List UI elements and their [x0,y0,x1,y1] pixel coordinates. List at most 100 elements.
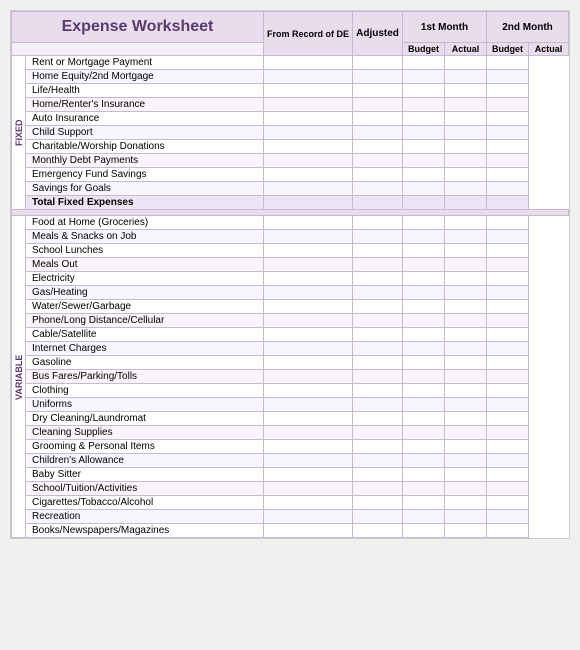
data-cell[interactable] [353,384,403,398]
data-cell[interactable] [353,342,403,356]
data-cell[interactable] [487,426,529,440]
data-cell[interactable] [403,342,445,356]
data-cell[interactable] [263,496,352,510]
data-cell[interactable] [487,412,529,426]
data-cell[interactable] [403,56,445,70]
data-cell[interactable] [403,286,445,300]
data-cell[interactable] [403,244,445,258]
data-cell[interactable] [487,258,529,272]
data-cell[interactable] [445,356,487,370]
data-cell[interactable] [263,384,352,398]
data-cell[interactable] [487,216,529,230]
data-cell[interactable] [487,454,529,468]
data-cell[interactable] [445,426,487,440]
data-cell[interactable] [353,56,403,70]
data-cell[interactable] [445,56,487,70]
data-cell[interactable] [353,328,403,342]
data-cell[interactable] [353,126,403,140]
data-cell[interactable] [445,342,487,356]
data-cell[interactable] [263,412,352,426]
data-cell[interactable] [445,272,487,286]
data-cell[interactable] [445,216,487,230]
data-cell[interactable] [445,384,487,398]
data-cell[interactable] [445,300,487,314]
data-cell[interactable] [353,440,403,454]
data-cell[interactable] [263,300,352,314]
data-cell[interactable] [403,524,445,538]
data-cell[interactable] [403,112,445,126]
data-cell[interactable] [353,112,403,126]
data-cell[interactable] [263,328,352,342]
data-cell[interactable] [487,370,529,384]
data-cell[interactable] [445,70,487,84]
data-cell[interactable] [403,70,445,84]
data-cell[interactable] [445,454,487,468]
data-cell[interactable] [487,286,529,300]
data-cell[interactable] [263,112,352,126]
data-cell[interactable] [353,196,403,210]
data-cell[interactable] [403,496,445,510]
data-cell[interactable] [487,70,529,84]
data-cell[interactable] [263,56,352,70]
data-cell[interactable] [487,496,529,510]
data-cell[interactable] [353,356,403,370]
data-cell[interactable] [445,84,487,98]
data-cell[interactable] [353,510,403,524]
data-cell[interactable] [353,412,403,426]
data-cell[interactable] [487,300,529,314]
data-cell[interactable] [403,272,445,286]
data-cell[interactable] [263,426,352,440]
data-cell[interactable] [403,384,445,398]
data-cell[interactable] [353,468,403,482]
data-cell[interactable] [445,286,487,300]
data-cell[interactable] [487,328,529,342]
data-cell[interactable] [263,140,352,154]
data-cell[interactable] [445,510,487,524]
data-cell[interactable] [263,168,352,182]
data-cell[interactable] [487,196,529,210]
data-cell[interactable] [353,168,403,182]
data-cell[interactable] [353,426,403,440]
data-cell[interactable] [487,126,529,140]
data-cell[interactable] [487,342,529,356]
data-cell[interactable] [445,196,487,210]
data-cell[interactable] [445,126,487,140]
data-cell[interactable] [353,244,403,258]
data-cell[interactable] [445,258,487,272]
data-cell[interactable] [263,196,352,210]
data-cell[interactable] [263,342,352,356]
data-cell[interactable] [263,370,352,384]
data-cell[interactable] [403,356,445,370]
data-cell[interactable] [263,182,352,196]
data-cell[interactable] [353,98,403,112]
data-cell[interactable] [487,398,529,412]
data-cell[interactable] [353,454,403,468]
data-cell[interactable] [263,272,352,286]
data-cell[interactable] [487,140,529,154]
data-cell[interactable] [445,370,487,384]
data-cell[interactable] [263,440,352,454]
data-cell[interactable] [353,524,403,538]
data-cell[interactable] [403,482,445,496]
data-cell[interactable] [353,482,403,496]
data-cell[interactable] [403,426,445,440]
data-cell[interactable] [403,196,445,210]
data-cell[interactable] [353,154,403,168]
data-cell[interactable] [487,154,529,168]
data-cell[interactable] [353,258,403,272]
data-cell[interactable] [263,356,352,370]
data-cell[interactable] [263,524,352,538]
data-cell[interactable] [263,454,352,468]
data-cell[interactable] [263,70,352,84]
data-cell[interactable] [487,524,529,538]
data-cell[interactable] [353,314,403,328]
data-cell[interactable] [445,168,487,182]
data-cell[interactable] [487,510,529,524]
data-cell[interactable] [353,216,403,230]
data-cell[interactable] [487,168,529,182]
data-cell[interactable] [403,216,445,230]
data-cell[interactable] [403,454,445,468]
data-cell[interactable] [353,182,403,196]
data-cell[interactable] [263,154,352,168]
data-cell[interactable] [487,272,529,286]
